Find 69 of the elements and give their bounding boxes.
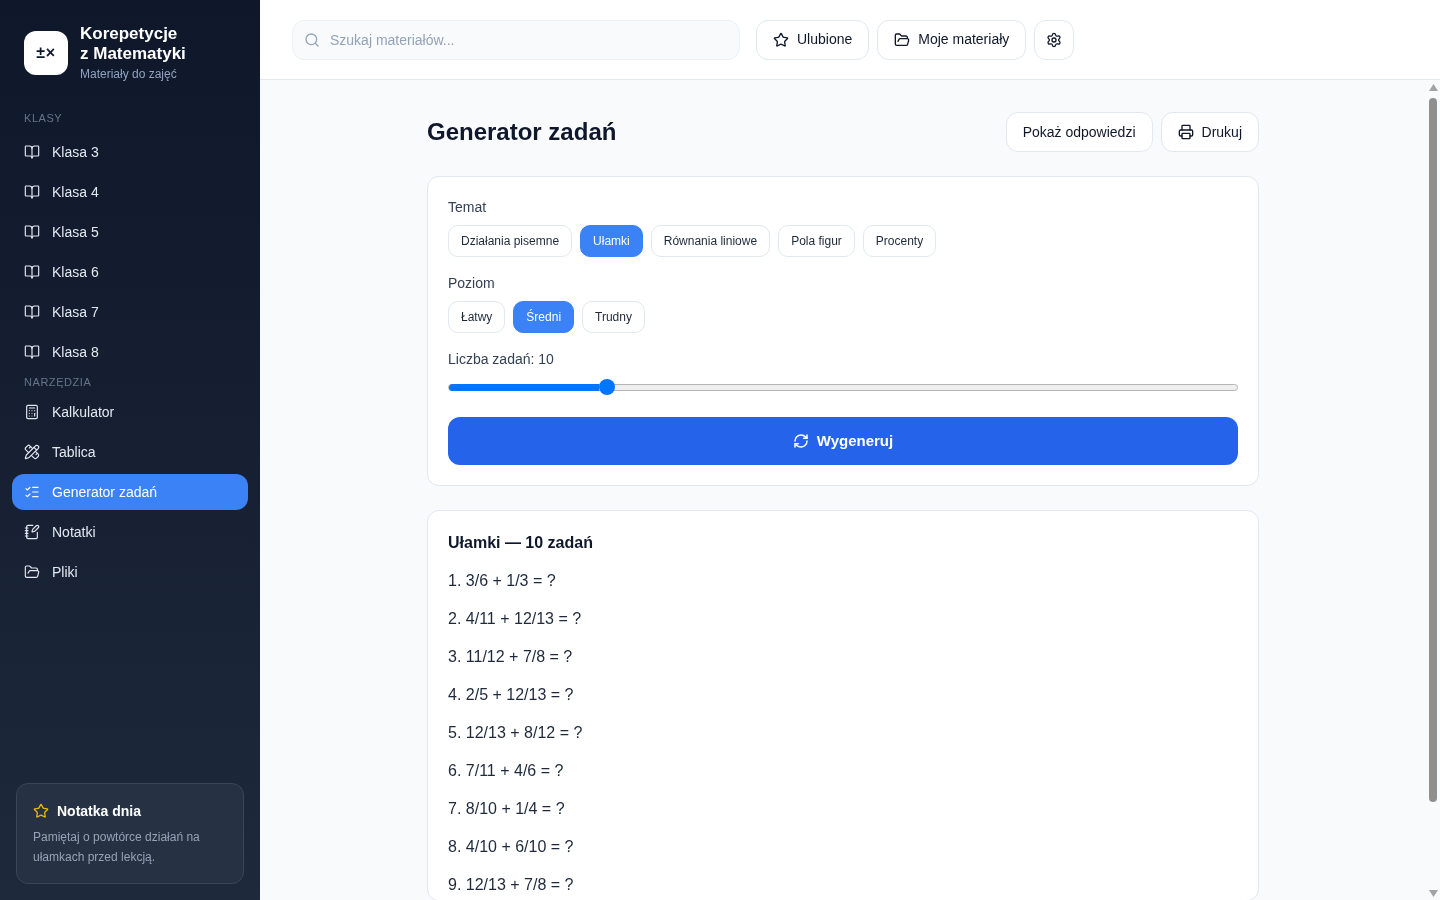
problem-text: 5. 12/13 + 8/12 = ? <box>448 723 584 743</box>
notebook-pen-icon <box>24 524 40 540</box>
search-icon <box>304 31 320 48</box>
problem-text: 3. 11/12 + 7/8 = ? <box>448 647 574 667</box>
book-icon <box>24 184 40 200</box>
book-icon <box>24 224 40 240</box>
folder-icon <box>24 564 40 580</box>
option-chip[interactable]: Średni <box>513 301 575 333</box>
toolbar-button[interactable]: Moje materiały <box>877 19 1027 60</box>
sidebar-item[interactable]: Klasa 4 <box>12 174 248 210</box>
star-icon <box>33 803 49 819</box>
problem-text: 8. 4/10 + 6/10 = ? <box>448 837 575 857</box>
sidebar-item[interactable]: Klasa 6 <box>12 254 248 290</box>
problem-text: 2. 4/11 + 12/13 = ? <box>448 609 583 629</box>
option-chip[interactable]: Działania pisemne <box>448 225 573 257</box>
sidebar-item[interactable]: Klasa 5 <box>12 214 248 250</box>
settings-icon <box>1046 31 1063 48</box>
problem-text: 4. 2/5 + 12/13 = ? <box>448 685 575 705</box>
sidebar-item[interactable]: Notatki <box>12 514 248 550</box>
print-button[interactable]: Drukuj <box>1160 112 1259 152</box>
printer-icon <box>1177 124 1194 140</box>
refresh-icon <box>792 433 809 449</box>
note-title: Notatka dnia <box>57 801 141 821</box>
app-logo: ±× <box>24 31 68 75</box>
field-label: Temat <box>448 198 488 217</box>
scroll-down-arrow-icon[interactable] <box>1428 890 1438 897</box>
problem-text: 6. 7/11 + 4/6 = ? <box>448 761 565 781</box>
option-chip[interactable]: Trudny <box>582 301 645 333</box>
option-chip[interactable]: Ułamki <box>580 225 643 257</box>
sidebar-item[interactable]: Generator zadań <box>12 474 248 510</box>
sidebar-item[interactable]: Klasa 8 <box>12 334 248 370</box>
app-title: Korepetycje z Matematyki <box>80 24 186 64</box>
note-text: Pamiętaj o powtórce działań na ułamkach przed lekcją. <box>33 829 201 866</box>
section-label: NARZĘDZIA <box>24 376 92 388</box>
option-chip[interactable]: Równania liniowe <box>650 225 771 257</box>
results-title: Ułamki — 10 zadań <box>448 533 594 553</box>
field-label: Poziom <box>448 274 496 293</box>
settings-button[interactable] <box>1034 19 1075 60</box>
option-chip[interactable]: Pola figur <box>778 225 855 257</box>
problem-text: 1. 3/6 + 1/3 = ? <box>448 571 557 591</box>
field-label: Liczba zadań: 10 <box>448 350 555 369</box>
sidebar-item[interactable]: Tablica <box>12 434 248 470</box>
problem-text: 7. 8/10 + 1/4 = ? <box>448 799 566 819</box>
calculator-icon <box>24 404 40 420</box>
generate-button[interactable]: Wygeneruj <box>448 417 1238 465</box>
page-title: Generator zadań <box>427 117 617 147</box>
problem-text: 9. 12/13 + 7/8 = ? <box>448 875 575 895</box>
app-subtitle: Materiały do zajęć <box>80 66 178 82</box>
sidebar-item[interactable]: Pliki <box>12 554 248 590</box>
slider-thumb[interactable] <box>598 379 615 395</box>
action-button[interactable]: Pokaż odpowiedzi <box>1005 112 1153 152</box>
sidebar-item[interactable]: Klasa 3 <box>12 134 248 170</box>
book-icon <box>24 264 40 280</box>
sidebar-item[interactable]: Kalkulator <box>12 394 248 430</box>
section-label: KLASY <box>24 112 63 124</box>
toolbar-button[interactable]: Ulubione <box>756 19 870 60</box>
book-icon <box>24 144 40 160</box>
pencil-ruler-icon <box>24 444 40 460</box>
book-icon <box>24 304 40 320</box>
option-chip[interactable]: Łatwy <box>448 301 506 333</box>
sidebar-item[interactable]: Klasa 7 <box>12 294 248 330</box>
star-icon <box>773 31 789 48</box>
scrollbar-thumb[interactable] <box>1429 98 1437 802</box>
scroll-up-arrow-icon[interactable] <box>1428 84 1438 91</box>
folder-icon <box>894 31 911 48</box>
book-icon <box>24 344 40 360</box>
search-field[interactable]: Szukaj materiałów... <box>292 19 740 60</box>
checklist-icon <box>24 484 40 500</box>
option-chip[interactable]: Procenty <box>862 225 937 257</box>
